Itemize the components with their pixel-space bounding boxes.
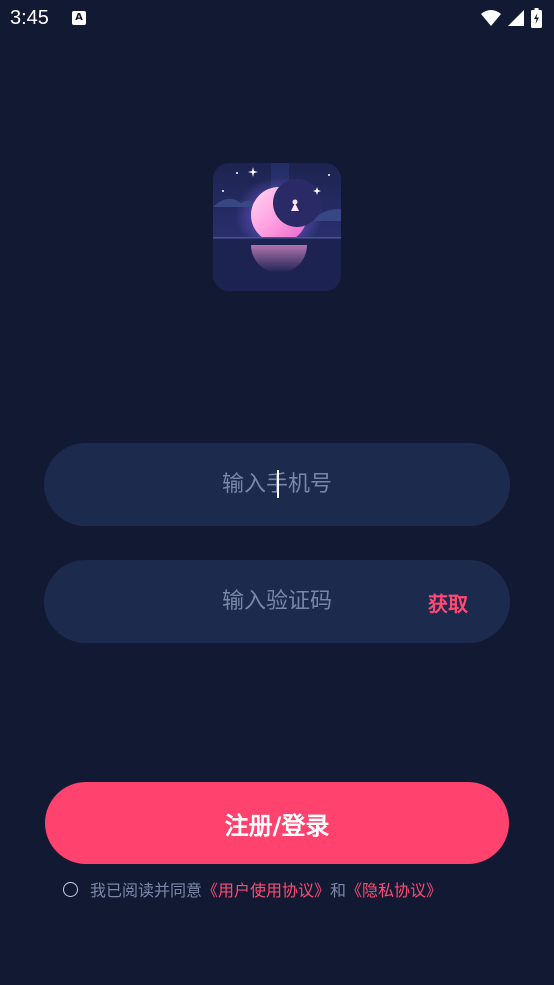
- agreement-prefix: 我已阅读并同意: [90, 881, 203, 900]
- get-code-button[interactable]: 获取: [428, 588, 468, 617]
- cell-signal-icon: [508, 10, 524, 26]
- login-screen: 3:45 A 输入手机号 输入验证码 获取 注册/登录 我已阅读并同意 《用户使…: [0, 0, 554, 985]
- app-logo: [213, 163, 341, 291]
- agreement-conjunction: 和: [330, 881, 347, 900]
- code-field[interactable]: 获取: [44, 560, 510, 643]
- text-cursor: [277, 470, 279, 498]
- battery-charging-icon: [531, 8, 542, 28]
- privacy-policy-link[interactable]: 《隐私协议》: [346, 877, 442, 901]
- agreement-radio[interactable]: [63, 881, 78, 897]
- user-agreement-link[interactable]: 《用户使用协议》: [202, 877, 330, 901]
- register-login-button[interactable]: 注册/登录: [45, 782, 509, 864]
- agreement-row: 我已阅读并同意 《用户使用协议》 和 《隐私协议》: [63, 877, 442, 901]
- status-time: 3:45: [10, 7, 49, 29]
- notification-a-icon: A: [72, 11, 86, 25]
- status-bar: 3:45 A: [0, 0, 554, 40]
- wifi-icon: [481, 10, 501, 26]
- status-icons: [481, 8, 542, 28]
